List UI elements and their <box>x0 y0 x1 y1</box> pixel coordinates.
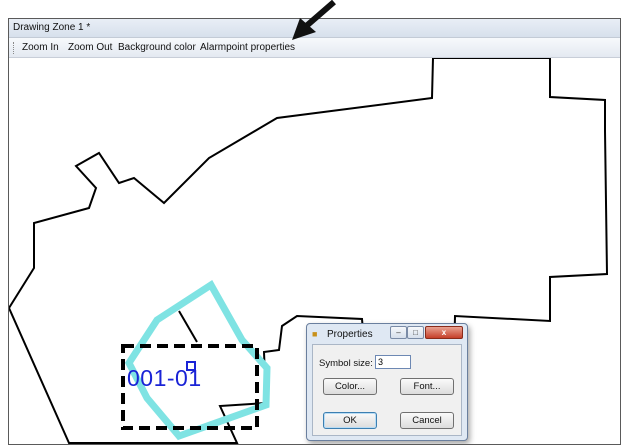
window-title: Drawing Zone 1 * <box>9 19 620 38</box>
toolbar: Zoom In Zoom Out Background color Alarmp… <box>9 38 620 58</box>
font-button[interactable]: Font... <box>400 378 454 395</box>
symbol-size-label: Symbol size: <box>319 358 373 369</box>
ok-button[interactable]: OK <box>323 412 377 429</box>
toolbar-grip[interactable] <box>13 42 17 54</box>
color-button[interactable]: Color... <box>323 378 377 395</box>
dialog-client-area: Symbol size: Color... Font... OK Cancel <box>312 344 462 436</box>
drawing-zone-window: Drawing Zone 1 * Zoom In Zoom Out Backgr… <box>8 18 621 445</box>
properties-icon: ■ <box>312 329 318 339</box>
zoom-out-button[interactable]: Zoom Out <box>68 38 112 57</box>
dialog-title: Properties <box>327 329 373 340</box>
properties-dialog: ■ Properties – □ x Symbol size: Color...… <box>306 323 468 441</box>
symbol-size-input[interactable] <box>375 355 411 369</box>
zone-highlight[interactable] <box>124 280 271 441</box>
cancel-button[interactable]: Cancel <box>400 412 454 429</box>
background-color-button[interactable]: Background color <box>118 38 196 57</box>
minimize-button[interactable]: – <box>390 326 407 339</box>
maximize-button[interactable]: □ <box>407 326 424 339</box>
close-button[interactable]: x <box>425 326 463 339</box>
zoom-in-button[interactable]: Zoom In <box>22 38 59 57</box>
zone-label[interactable]: 001-01 <box>127 365 202 392</box>
zone-divider-line <box>178 310 198 343</box>
alarmpoint-properties-button[interactable]: Alarmpoint properties <box>200 38 295 57</box>
